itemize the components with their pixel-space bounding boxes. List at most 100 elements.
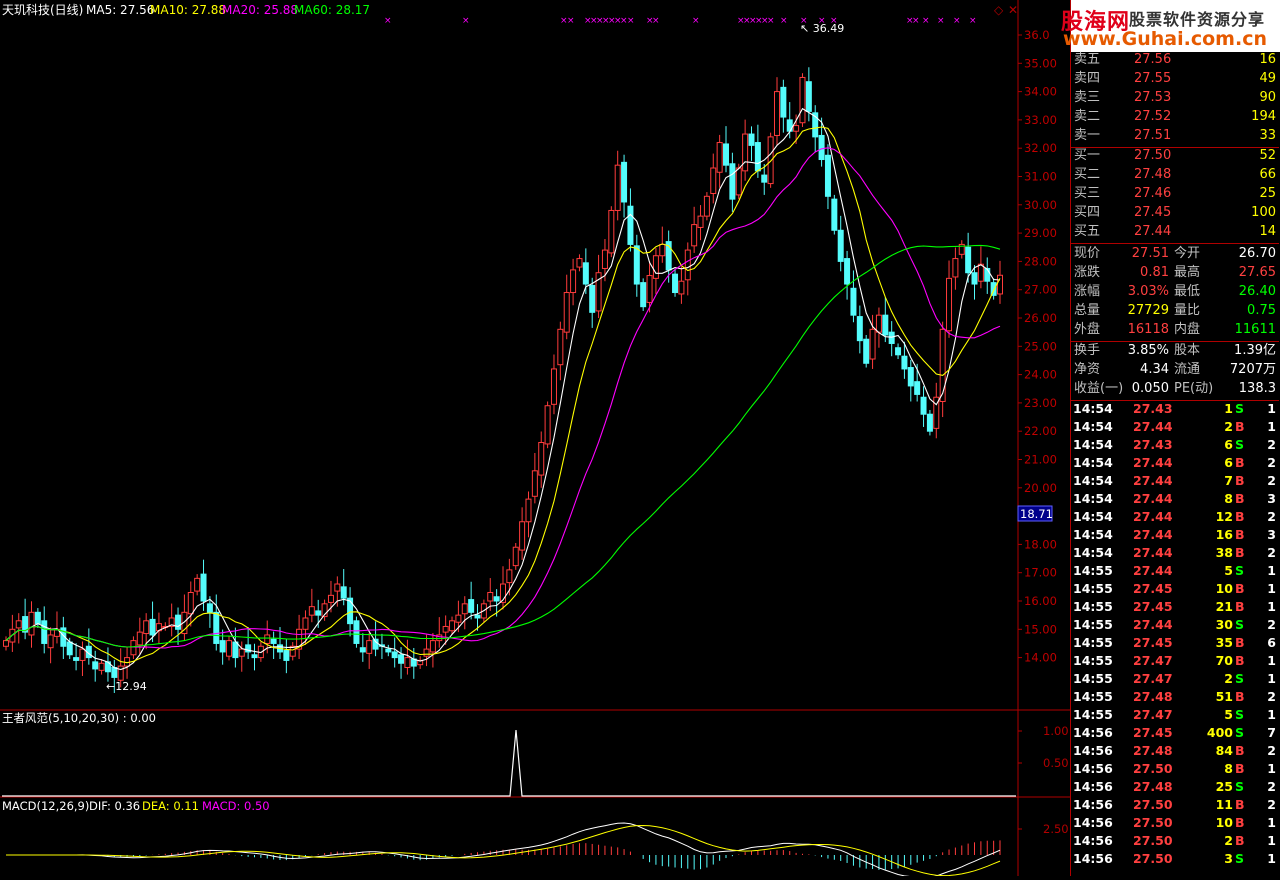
candle-body [175,614,182,630]
low-price-mark: ←12.94 [106,680,147,693]
candle-body [136,631,143,646]
tick-row: 14:55 27.47 5 S 1 [1073,707,1276,722]
candle-body [780,86,787,118]
tick-row: 14:56 27.50 2 B 1 [1073,833,1276,848]
signal-mark: × [780,16,788,26]
candle-body [926,413,933,432]
candle-body [442,625,449,633]
candle-body [130,640,137,656]
stock-title: 天玑科技(日线) [2,3,83,17]
candle-body [206,603,213,613]
candle-body [34,611,41,625]
candle-body [754,142,761,172]
candle-body [601,249,608,269]
candle-body [117,665,124,681]
tick-row: 14:56 27.45 400 S 7 [1073,725,1276,740]
candle-body [742,133,749,172]
indicator1-title: 王者风范(5,10,20,30) : 0.00 [2,711,156,725]
tick-row: 14:54 27.44 12 B 2 [1073,509,1276,524]
candle-body [308,606,315,616]
candle-body [869,328,876,360]
candle-body [264,634,271,644]
candle-body [525,498,532,523]
bid-row: 买二 27.48 66 [1074,167,1276,182]
candle-body [334,583,341,592]
candle-body [952,258,959,278]
close-icon[interactable]: ✕ [1008,3,1018,17]
quote-panel: 股海网 股票软件资源分享 www.Guhai.com.cn 卖五 27.56 16 卖… [1061,0,1280,876]
candle-body [831,198,838,231]
tick-row: 14:55 27.45 10 B 1 [1073,581,1276,596]
kline-chart-area[interactable]: 天玑科技(日线) MA5: 27.56 MA10: 27.88 MA20: 25… [0,0,1070,878]
candle-body [238,648,245,657]
tick-row: 14:55 27.44 30 S 2 [1073,617,1276,632]
candle-body [531,470,538,497]
high-price-mark: ↖ 36.49 [800,22,844,35]
candle-body [767,136,774,185]
price-axis-tick: 30.00 [1024,198,1057,212]
price-axis-tick: 23.00 [1024,396,1057,410]
macd-histogram [6,822,1001,878]
tick-row: 14:56 27.50 11 B 2 [1073,797,1276,812]
candle-body [563,292,570,333]
signal-marks: × × × × ××××××× × ×× × ×××××× × × × × ×× × × × × [384,16,977,26]
candle-body [372,638,379,650]
ma5-label: MA5: 27.56 [86,3,154,17]
candle-body [79,648,86,661]
fundamental-row: 收益(一) 0.050 PE(动) 138.3 [1074,381,1276,396]
candle-body [194,577,201,592]
signal-mark: × [767,16,775,26]
diamond-icon[interactable]: ◇ [994,3,1004,17]
candle-body [773,91,780,136]
candle-body [646,275,653,303]
fundamental-row: 净资 4.34 流通 7207万 [1074,362,1276,377]
signal-mark: × [953,16,961,26]
candle-body [856,316,863,342]
candle-body [793,125,800,132]
candle-body [888,331,895,344]
signal-mark: × [912,16,920,26]
quote-row: 现价 27.51 今开 26.70 [1074,246,1276,261]
candle-body [729,163,736,200]
candle-body [946,277,953,332]
candle-body [455,614,462,623]
candle-body [315,610,322,616]
candle-body [340,586,347,599]
candle-body [519,521,526,551]
candle-body [684,249,691,281]
candle-body [748,133,755,146]
candle-body [15,620,22,629]
quote-row: 总量 27729 量比 0.75 [1074,303,1276,318]
tick-row: 14:54 27.44 8 B 3 [1073,491,1276,506]
candle-body [907,367,914,387]
tick-row: 14:55 27.44 5 S 1 [1073,563,1276,578]
macd-value: MACD: 0.50 [202,799,270,813]
ma10-label: MA10: 27.88 [150,3,226,17]
candle-body [735,167,742,196]
signal-mark: × [462,16,470,26]
candle-body [232,641,239,659]
candle-body [512,546,519,567]
candle-body [863,338,870,364]
quote-row: 涨幅 3.03% 最低 26.40 [1074,284,1276,299]
tick-row: 14:55 27.45 21 B 1 [1073,599,1276,614]
candle-body [506,569,513,584]
candle-body [589,284,596,313]
candle-body [844,258,851,285]
tick-row: 14:54 27.43 1 S 1 [1073,401,1276,416]
candle-body [327,594,334,603]
candle-body [703,195,710,217]
ask-row: 卖四 27.55 49 [1074,71,1276,86]
candle-body [672,273,679,294]
candle-body [710,167,717,194]
candle-body [901,355,908,370]
price-axis-tick: 32.00 [1024,141,1057,155]
tick-row: 14:55 27.47 2 S 1 [1073,671,1276,686]
tick-row: 14:54 27.44 6 B 2 [1073,455,1276,470]
candle-body [423,648,430,657]
bid-row: 买一 27.50 52 [1074,148,1276,163]
ma60-label: MA60: 28.17 [294,3,370,17]
macd-dif: DIF: 0.36 [89,799,140,813]
tick-row: 14:54 27.44 38 B 2 [1073,545,1276,560]
candle-body [398,654,405,664]
